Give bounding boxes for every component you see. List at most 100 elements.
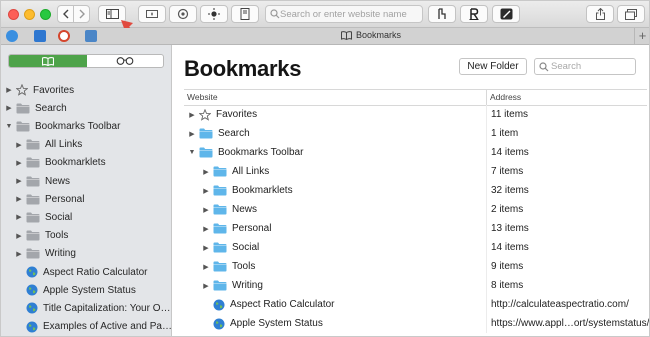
bookmark-address: 2 items <box>491 204 524 215</box>
sidebar-item[interactable]: ▶ Personal <box>15 190 84 208</box>
disclosure-closed-icon[interactable]: ▶ <box>5 86 13 94</box>
folder-icon <box>213 166 227 177</box>
stamp-icon <box>438 8 446 19</box>
column-header-website[interactable]: Website <box>187 92 218 102</box>
table-row[interactable]: ▶ Personal 13 items <box>184 219 647 238</box>
sidebar-item[interactable]: ▶ All Links <box>15 136 82 154</box>
table-row[interactable]: Apple System Status https://www.appl…ort/… <box>184 314 649 333</box>
folder-icon <box>16 121 30 132</box>
sidebar-item[interactable]: ▶ Search <box>5 99 67 117</box>
forward-button[interactable] <box>73 5 90 23</box>
table-row[interactable]: ▶ News 2 items <box>184 200 647 219</box>
disclosure-closed-icon[interactable]: ▶ <box>15 250 23 258</box>
bookmark-address: 9 items <box>491 261 524 272</box>
globe-icon <box>213 318 225 329</box>
sidebar-segmented-control <box>8 54 164 68</box>
disclosure-closed-icon[interactable]: ▶ <box>188 111 196 119</box>
folder-icon <box>213 280 227 291</box>
disclosure-closed-icon[interactable]: ▶ <box>188 130 196 138</box>
pinned-tab-2[interactable] <box>34 30 46 42</box>
disclosure-closed-icon[interactable]: ▶ <box>202 225 210 233</box>
bookmarks-editor: Bookmarks New Folder Search Website Addr… <box>172 45 649 336</box>
folder-icon <box>26 139 40 150</box>
table-row[interactable]: ▼ Bookmarks Toolbar 14 items <box>184 143 647 162</box>
zoom-window-button[interactable] <box>40 9 51 20</box>
extension-button-4[interactable] <box>231 5 259 23</box>
disclosure-open-icon[interactable]: ▼ <box>5 123 13 130</box>
tab-title: Bookmarks <box>356 30 402 40</box>
table-row[interactable]: ▶ Tools 9 items <box>184 257 647 276</box>
sidebar-item[interactable]: ▶ Favorites <box>5 81 74 99</box>
disclosure-closed-icon[interactable]: ▶ <box>15 213 23 221</box>
star-icon <box>16 84 28 96</box>
extension-button-6[interactable] <box>460 5 488 23</box>
new-tab-button[interactable]: + <box>634 28 649 44</box>
extension-button-7[interactable] <box>492 5 520 23</box>
extension-button-5[interactable] <box>428 5 456 23</box>
disclosure-closed-icon[interactable]: ▶ <box>15 177 23 185</box>
sidebar-item[interactable]: ▶ Bookmarklets <box>15 154 106 172</box>
pinned-tab-4[interactable] <box>85 30 97 42</box>
bookmark-name: Aspect Ratio Calculator <box>230 299 335 310</box>
sidebar-item[interactable]: ▶ Tools <box>15 227 68 245</box>
disclosure-closed-icon[interactable]: ▶ <box>202 263 210 271</box>
reading-list-segment[interactable] <box>87 55 163 67</box>
address-bar[interactable]: Search or enter website name <box>265 5 423 23</box>
bookmark-name: Search <box>218 128 250 139</box>
disclosure-closed-icon[interactable]: ▶ <box>15 141 23 149</box>
sidebar-item[interactable]: Apple System Status <box>15 281 136 299</box>
disclosure-closed-icon[interactable]: ▶ <box>202 187 210 195</box>
folder-icon <box>213 223 227 234</box>
disclosure-closed-icon[interactable]: ▶ <box>202 244 210 252</box>
disclosure-closed-icon[interactable]: ▶ <box>202 168 210 176</box>
sidebar-item[interactable]: ▶ News <box>15 172 70 190</box>
sun-icon <box>208 8 220 20</box>
bookmark-address: 13 items <box>491 223 529 234</box>
disclosure-closed-icon[interactable]: ▶ <box>15 195 23 203</box>
sidebar-item[interactable]: Examples of Active and Pa… <box>15 318 172 336</box>
table-row[interactable]: ▶ Writing 8 items <box>184 276 647 295</box>
sidebar-item-label: Bookmarklets <box>45 157 106 169</box>
disclosure-closed-icon[interactable]: ▶ <box>5 104 13 112</box>
extension-button-2[interactable] <box>169 5 197 23</box>
disclosure-closed-icon[interactable]: ▶ <box>15 232 23 240</box>
globe-icon <box>26 266 38 278</box>
bookmark-name: Writing <box>232 280 263 291</box>
table-row[interactable]: ▶ Social 14 items <box>184 238 647 257</box>
pinned-tab-1[interactable] <box>6 30 18 42</box>
bookmark-name: Tools <box>232 261 256 272</box>
extension-button-3[interactable] <box>200 5 228 23</box>
minimize-window-button[interactable] <box>24 9 35 20</box>
sidebar-item[interactable]: ▶ Writing <box>15 245 76 263</box>
table-row[interactable]: Aspect Ratio Calculator http://calculatea… <box>184 295 647 314</box>
tab-bookmarks[interactable]: Bookmarks <box>341 30 401 40</box>
new-folder-button[interactable]: New Folder <box>459 58 527 75</box>
share-button[interactable] <box>586 5 614 23</box>
disclosure-closed-icon[interactable]: ▶ <box>202 206 210 214</box>
table-row[interactable]: ▶ Favorites 11 items <box>184 105 647 124</box>
table-row[interactable]: ▶ All Links 7 items <box>184 162 647 181</box>
sidebar-item[interactable]: Aspect Ratio Calculator <box>15 263 148 281</box>
glasses-icon <box>116 57 134 65</box>
show-tabs-button[interactable] <box>617 5 645 23</box>
disclosure-closed-icon[interactable]: ▶ <box>15 159 23 167</box>
page-title: Bookmarks <box>184 56 302 81</box>
sidebar-item[interactable]: Title Capitalization: Your O… <box>15 299 170 317</box>
bookmarks-segment[interactable] <box>9 55 87 67</box>
globe-icon <box>26 284 38 296</box>
sidebar-item[interactable]: ▼ Bookmarks Toolbar <box>5 117 121 135</box>
bookmark-address: 11 items <box>491 109 529 120</box>
book-icon <box>341 30 352 40</box>
table-row[interactable]: ▶ Search 1 item <box>184 124 647 143</box>
tab-bar: Bookmarks + <box>1 28 649 45</box>
sidebar-item-label: Search <box>35 102 67 114</box>
bookmarks-search-input[interactable]: Search <box>534 58 636 75</box>
table-row[interactable]: ▶ Bookmarklets 32 items <box>184 181 647 200</box>
back-button[interactable] <box>57 5 74 23</box>
disclosure-closed-icon[interactable]: ▶ <box>202 282 210 290</box>
close-window-button[interactable] <box>8 9 19 20</box>
sidebar-item[interactable]: ▶ Social <box>15 208 72 226</box>
column-header-address[interactable]: Address <box>490 92 521 102</box>
disclosure-open-icon[interactable]: ▼ <box>188 149 196 156</box>
pinned-tab-3[interactable] <box>58 30 70 42</box>
